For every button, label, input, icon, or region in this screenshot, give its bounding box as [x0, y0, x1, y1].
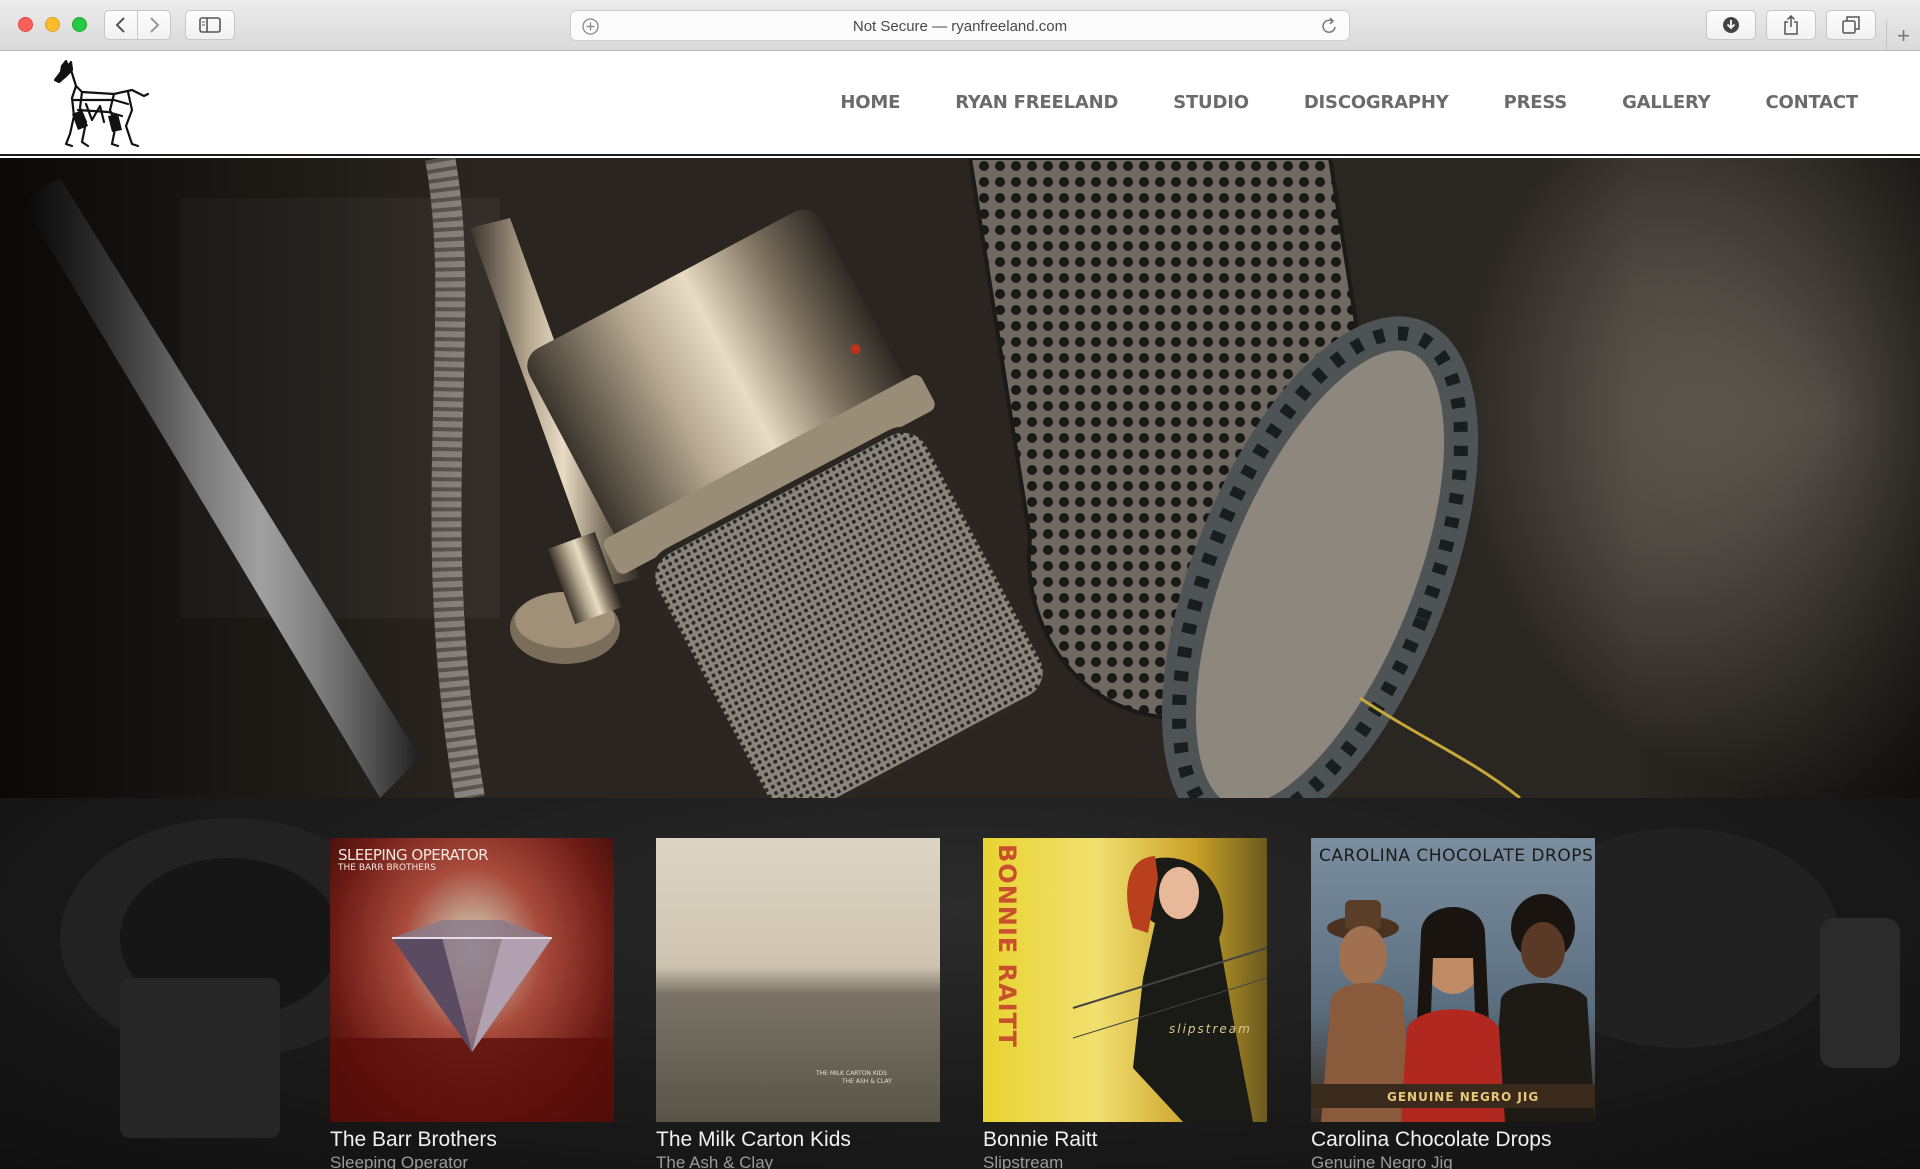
cover-title: BONNIE RAITT: [993, 844, 1021, 1048]
album-artist[interactable]: The Milk Carton Kids: [656, 1128, 940, 1152]
hero-image-microphone: [0, 158, 1920, 798]
album-art: [1311, 894, 1595, 1122]
cover-subtitle: slipstream: [1169, 1022, 1252, 1036]
album-artist[interactable]: Bonnie Raitt: [983, 1128, 1267, 1152]
back-chevron-icon: [115, 17, 125, 33]
cover-subtitle: THE ASH & CLAY: [842, 1078, 892, 1085]
show-sidebar-button[interactable]: [185, 10, 235, 40]
nav-press[interactable]: PRESS: [1504, 92, 1568, 113]
downloads-button[interactable]: [1706, 10, 1756, 40]
album-cover[interactable]: THE MILK CARTON KIDS THE ASH & CLAY: [656, 838, 940, 1122]
nav-contact[interactable]: CONTACT: [1766, 92, 1859, 113]
album-card[interactable]: BONNIE RAITT slipstream Bonnie Raitt Sli…: [983, 838, 1267, 1169]
album-card[interactable]: THE MILK CARTON KIDS THE ASH & CLAY The …: [656, 838, 940, 1169]
album-card[interactable]: CAROLINA CHOCOLATE DROPS GENUINE NEGRO J…: [1311, 838, 1595, 1169]
share-icon: [1784, 15, 1798, 35]
close-window-button[interactable]: [18, 17, 33, 32]
back-button[interactable]: [104, 10, 138, 40]
cover-title: SLEEPING OPERATOR: [338, 846, 489, 864]
album-cover[interactable]: CAROLINA CHOCOLATE DROPS GENUINE NEGRO J…: [1311, 838, 1595, 1122]
reload-icon[interactable]: [1321, 17, 1338, 35]
cover-title: THE MILK CARTON KIDS: [816, 1070, 887, 1077]
show-tabs-button[interactable]: [1826, 10, 1876, 40]
nav-ryan-freeland[interactable]: RYAN FREELAND: [955, 92, 1118, 113]
album-artist[interactable]: The Barr Brothers: [330, 1128, 614, 1152]
nav-discography[interactable]: DISCOGRAPHY: [1304, 92, 1449, 113]
album-art: [330, 920, 614, 1122]
site-header: HOME RYAN FREELAND STUDIO DISCOGRAPHY PR…: [0, 52, 1920, 156]
featured-albums: SLEEPING OPERATOR THE BARR BROTHERS The …: [0, 798, 1920, 1169]
album-cover[interactable]: SLEEPING OPERATOR THE BARR BROTHERS: [330, 838, 614, 1122]
plus-icon: +: [1897, 22, 1910, 48]
horse-logo[interactable]: [52, 60, 158, 150]
cover-subtitle: GENUINE NEGRO JIG: [1387, 1090, 1540, 1104]
cover-subtitle: THE BARR BROTHERS: [338, 863, 436, 873]
zoom-window-button[interactable]: [72, 17, 87, 32]
album-title[interactable]: Slipstream: [983, 1153, 1267, 1169]
forward-button[interactable]: [137, 10, 171, 40]
new-tab-button[interactable]: +: [1886, 20, 1920, 51]
nav-home[interactable]: HOME: [840, 92, 900, 113]
address-text: Not Secure — ryanfreeland.com: [852, 18, 1068, 35]
album-title[interactable]: Sleeping Operator: [330, 1153, 614, 1169]
forward-chevron-icon: [150, 17, 160, 33]
album-title[interactable]: The Ash & Clay: [656, 1153, 940, 1169]
sidebar-icon: [199, 17, 221, 33]
album-cover[interactable]: BONNIE RAITT slipstream: [983, 838, 1267, 1122]
cover-title: CAROLINA CHOCOLATE DROPS: [1319, 846, 1594, 866]
minimize-window-button[interactable]: [45, 17, 60, 32]
share-button[interactable]: [1766, 10, 1816, 40]
album-title[interactable]: Genuine Negro Jig: [1311, 1153, 1595, 1169]
album-card[interactable]: SLEEPING OPERATOR THE BARR BROTHERS The …: [330, 838, 614, 1169]
nav-gallery[interactable]: GALLERY: [1622, 92, 1711, 113]
main-nav: HOME RYAN FREELAND STUDIO DISCOGRAPHY PR…: [785, 92, 1858, 113]
album-artist[interactable]: Carolina Chocolate Drops: [1311, 1128, 1595, 1152]
turntable-background: [0, 798, 1920, 1169]
address-bar[interactable]: Not Secure — ryanfreeland.com: [570, 10, 1350, 41]
tabs-icon: [1842, 16, 1860, 34]
download-icon: [1723, 17, 1739, 33]
nav-studio[interactable]: STUDIO: [1173, 92, 1249, 113]
browser-toolbar: Not Secure — ryanfreeland.com +: [0, 0, 1920, 51]
album-art: [1072, 856, 1267, 1122]
